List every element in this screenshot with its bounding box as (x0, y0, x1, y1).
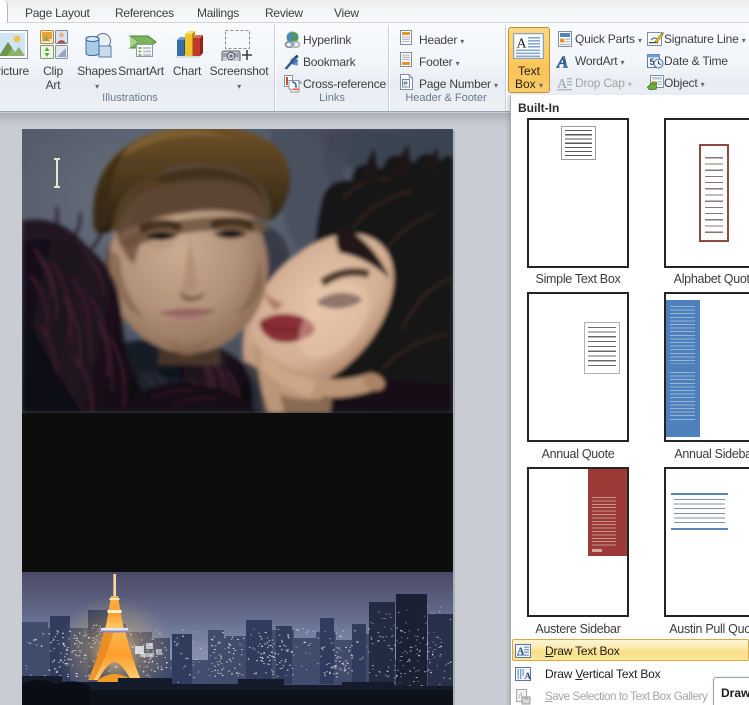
svg-text:A: A (557, 77, 568, 91)
svg-text:A: A (517, 647, 525, 658)
svg-text:A: A (517, 37, 528, 52)
svg-text:A: A (556, 53, 568, 69)
svg-text:A: A (525, 671, 532, 681)
